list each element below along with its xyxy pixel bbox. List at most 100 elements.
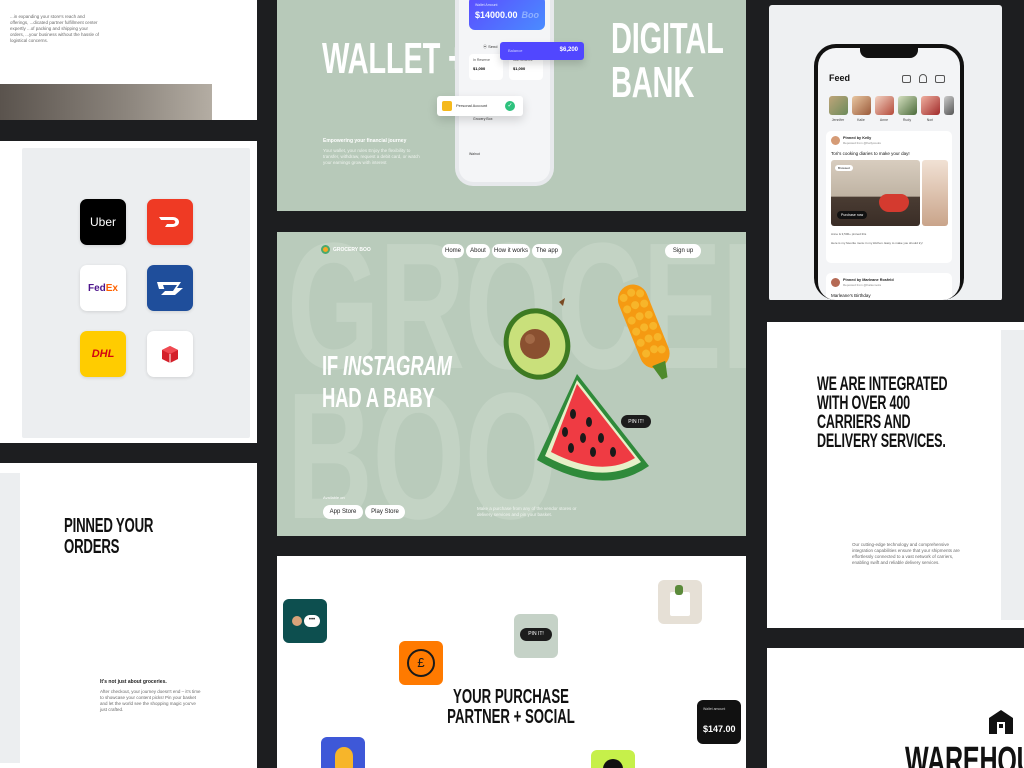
watermelon-illustration [533, 372, 653, 496]
check-icon: ✓ [505, 101, 515, 111]
send-label: Send [488, 44, 498, 49]
send-button[interactable]: ⦿ Send [483, 44, 497, 50]
story-name-jennifer: Jennifer [831, 118, 845, 122]
story-jennifer[interactable] [829, 96, 848, 115]
feed-title: Feed [829, 73, 851, 83]
in-reserve-value: $1,000 [473, 66, 486, 71]
post1-body: Here is my favorite menu in my kitchen. … [831, 241, 923, 245]
tote-bag-icon [670, 592, 690, 616]
warehouse-photo [0, 84, 212, 120]
brand-logo[interactable]: GROCERY BOO [321, 245, 371, 254]
parcel-box-icon [162, 346, 178, 363]
currency-tile[interactable]: £ [399, 641, 443, 685]
personal-account-chip[interactable]: Personal Account ✓ [437, 96, 523, 116]
story-rudy[interactable] [898, 96, 917, 115]
character-figure [335, 747, 353, 768]
profile-avatar [292, 616, 302, 626]
landing-headline-1: IF INSTAGRAM [322, 350, 452, 382]
wallet-phone: Wallet Amount $14000.00 Boo ⦿ Send In Re… [455, 0, 554, 186]
account-icon [442, 101, 452, 111]
wallet-headline: WALLET + [322, 34, 465, 83]
pound-icon: £ [407, 649, 435, 677]
balance-chip: Balance $6,200 [500, 42, 584, 60]
pinned-orders-panel: PINNED YOUR ORDERS It's not just about g… [0, 463, 257, 768]
profile-tile[interactable]: ••• [283, 599, 327, 643]
integrated-panel: WE ARE INTEGRATED WITH OVER 400 CARRIERS… [767, 322, 1024, 628]
story-name-rudy: Rudy [902, 118, 912, 122]
fulfillment-panel: ...in expanding your store's reach and o… [0, 0, 257, 120]
pinned-left-strip [0, 473, 20, 763]
feed-post-2[interactable]: Pinned by Marleane Rosfeld Reposted from… [826, 273, 952, 300]
story-name-anne: Anne [879, 118, 889, 122]
headline-prefix: IF [322, 350, 343, 381]
app-store-button[interactable]: App Store [323, 505, 363, 519]
wallet-card-amount: $14000.00 [475, 10, 518, 20]
digital-headline: DIGITAL [611, 14, 724, 63]
dhl-logo-text: DHL [91, 348, 115, 360]
landing-panel: GROCERY BOO GROCERY BOO Home About How i… [277, 232, 746, 536]
feed-post-1[interactable]: Pinned by Kelly Reposted from @Kellycook… [826, 131, 952, 263]
story-nori[interactable] [921, 96, 940, 115]
story-anne[interactable] [875, 96, 894, 115]
pin-it-badge[interactable]: PIN IT! [621, 415, 651, 428]
dhl-logo-tile: DHL [80, 331, 126, 377]
in-reserve-card: In Reserve $1,000 [469, 54, 503, 80]
nav-home[interactable]: Home [442, 244, 464, 258]
nav-the-app[interactable]: The app [532, 244, 562, 258]
carriers-panel: Uber FedEx DHL [0, 141, 257, 443]
personal-account-label: Personal Account [456, 103, 488, 108]
wallet-amount-value: $147.00 [703, 724, 736, 734]
headline-instagram: INSTAGRAM [342, 350, 452, 381]
story-name-nori: Nori [926, 118, 934, 122]
in-reserve-label: In Reserve [473, 58, 490, 62]
pin-tile[interactable]: PIN IT! [514, 614, 558, 658]
fedex-logo-tile: FedEx [80, 265, 126, 311]
nav-about[interactable]: About [466, 244, 490, 258]
post1-photo: Browsed Purchase now [831, 160, 920, 226]
parcel-logo-tile [147, 331, 193, 377]
pinned-subtitle: It's not just about groceries. [100, 679, 167, 685]
warehouse-icon [987, 708, 1015, 734]
lime-dot [603, 759, 623, 768]
available-on-label: Available on [323, 495, 345, 500]
nav-how-it-works[interactable]: How it works [492, 244, 530, 258]
avocado-illustration [499, 296, 575, 382]
uber-logo-tile: Uber [80, 199, 126, 245]
post1-badge: Browsed [835, 165, 853, 171]
warehouse-panel: WAREHOUS [767, 648, 1024, 768]
pinned-title-line2: ORDERS [64, 536, 120, 558]
wallet-amount-tile: Wallet amount $147.00 [697, 700, 741, 744]
showcase-canvas: ...in expanding your store's reach and o… [0, 0, 1024, 768]
doordash-icon [159, 217, 179, 227]
integrated-body: Our cutting-edge technology and comprehe… [852, 542, 960, 565]
purchase-social-panel: ••• PIN IT! £ YOUR PURCHASE PARTNER + SO… [277, 556, 746, 768]
signup-button[interactable]: Sign up [665, 244, 701, 258]
usps-eagle-icon [157, 282, 183, 295]
feed-panel: Feed Jennifer Kalie Anne Rudy Nori Pinne… [767, 0, 1024, 300]
uber-logo-text: Uber [89, 215, 116, 229]
play-store-button[interactable]: Play Store [365, 505, 405, 519]
post1-author: Pinned by Kelly [843, 136, 872, 140]
fulfillment-paragraph: ...in expanding your store's reach and o… [10, 14, 100, 43]
pinned-title-line1: PINNED YOUR [64, 515, 154, 537]
wallet-icon[interactable] [935, 75, 945, 83]
job-reserve-value: $1,000 [513, 66, 526, 71]
post1-meta: Reposted from @Kellycooks [843, 141, 881, 145]
cart-icon[interactable] [902, 75, 911, 83]
walnut-row: Walnut [469, 152, 480, 156]
story-name-kalie: Kalie [857, 118, 865, 122]
fedex-logo-text: FedEx [87, 282, 118, 294]
brand-icon [321, 245, 330, 254]
lime-tile [591, 750, 635, 768]
purchase-now-button[interactable]: Purchase now [837, 211, 868, 219]
wallet-card-label: Wallet Amount [475, 3, 498, 7]
landing-headline-2: HAD A BABY [322, 382, 435, 413]
carriers-grid-bg [22, 148, 250, 438]
integrated-right-strip [1001, 330, 1024, 620]
pin-tile-badge: PIN IT! [520, 628, 552, 641]
story-kate[interactable] [944, 96, 954, 115]
notification-icon[interactable] [919, 74, 927, 83]
story-kalie[interactable] [852, 96, 871, 115]
integrated-title-line4: DELIVERY SERVICES. [817, 431, 946, 452]
post2-author: Pinned by Marleane Rosfeld [843, 278, 894, 282]
